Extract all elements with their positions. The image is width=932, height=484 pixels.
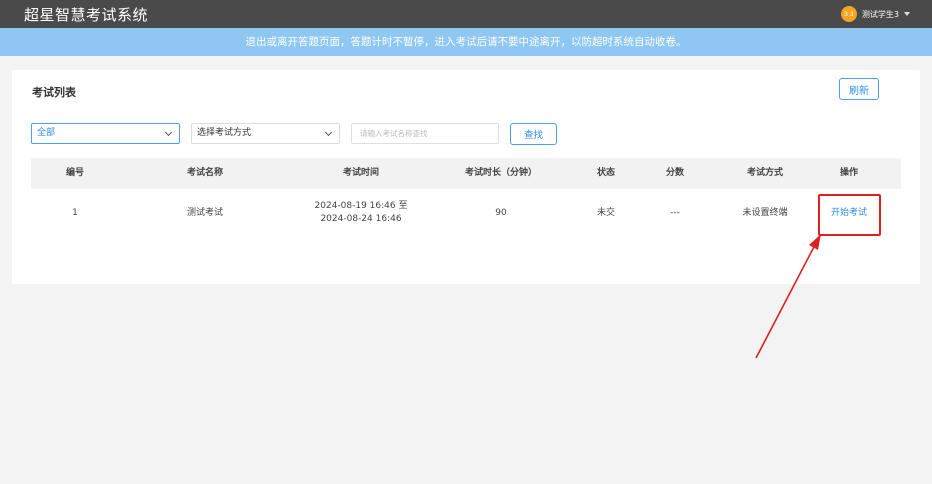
exam-list-card: 考试列表 刷新 全部 选择考试方式 查找 编号 考试名称 考试时间 考试时长（分… (12, 70, 920, 284)
user-menu[interactable]: 3 3 测试学生3 (840, 6, 910, 22)
start-exam-link[interactable]: 开始考试 (831, 207, 867, 220)
page-title: 考试列表 (32, 86, 76, 99)
cell-status: 未交 (596, 207, 616, 218)
cell-score: --- (670, 207, 680, 218)
exam-time-end: 2024-08-24 16:46 (320, 214, 402, 224)
cell-method: 未设置终端 (742, 207, 788, 218)
column-header-status: 状态 (596, 168, 616, 178)
column-header-action: 操作 (839, 168, 859, 178)
column-header-id: 编号 (65, 168, 85, 178)
app-title: 超星智慧考试系统 (24, 6, 149, 24)
cell-exam-name: 测试考试 (186, 207, 224, 218)
exam-time-start: 2024-08-19 16:46 至 (314, 201, 408, 211)
column-header-method: 考试方式 (746, 168, 784, 178)
refresh-button[interactable]: 刷新 (839, 78, 879, 100)
table-row: 1 测试考试 2024-08-19 16:46 至 2024-08-24 16:… (31, 189, 901, 237)
cell-exam-time: 2024-08-19 16:46 至 2024-08-24 16:46 (315, 189, 408, 237)
exam-method-select[interactable]: 选择考试方式 (191, 123, 340, 144)
cell-id: 1 (72, 207, 78, 218)
user-name[interactable]: 测试学生3 (862, 9, 899, 20)
avatar[interactable]: 3 3 (840, 6, 857, 22)
column-header-time: 考试时间 (342, 168, 380, 178)
status-filter-select[interactable]: 全部 (31, 123, 180, 144)
chevron-down-icon[interactable] (904, 12, 910, 16)
chevron-down-icon (164, 128, 173, 137)
chevron-down-icon (324, 128, 333, 137)
exam-search-input[interactable] (351, 123, 499, 144)
table-header: 编号 考试名称 考试时间 考试时长（分钟） 状态 分数 考试方式 操作 (31, 158, 901, 189)
column-header-name: 考试名称 (186, 168, 224, 178)
top-bar: 超星智慧考试系统 3 3 测试学生3 (0, 0, 932, 28)
column-header-duration: 考试时长（分钟） (464, 168, 538, 178)
search-button[interactable]: 查找 (510, 123, 557, 145)
status-filter-value: 全部 (37, 128, 56, 138)
exam-method-value: 选择考试方式 (197, 128, 252, 138)
column-header-score: 分数 (665, 168, 685, 178)
cell-action: 开始考试 (831, 189, 867, 237)
cell-duration: 90 (495, 207, 507, 218)
notice-banner: 退出或离开答题页面，答题计时不暂停，进入考试后请不要中途离开，以防超时系统自动收… (0, 28, 932, 56)
